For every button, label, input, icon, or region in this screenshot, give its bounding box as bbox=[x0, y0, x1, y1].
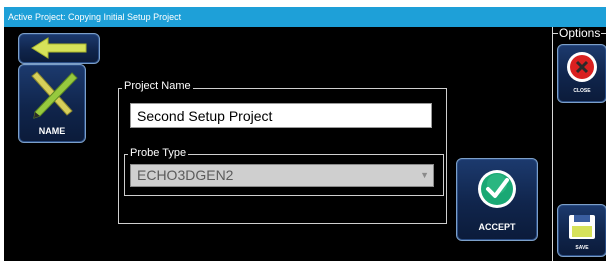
close-button-label: CLOSE bbox=[573, 88, 591, 94]
probe-type-select[interactable]: ECHO3DGEN2 ▼ bbox=[130, 164, 434, 187]
save-icon bbox=[569, 215, 595, 239]
name-button-label: NAME bbox=[38, 126, 66, 136]
save-button[interactable]: SAVE bbox=[557, 204, 606, 257]
probe-type-label: Probe Type bbox=[128, 147, 189, 159]
accept-button[interactable]: ACCEPT bbox=[456, 158, 538, 241]
options-label: Options bbox=[558, 27, 602, 40]
title-bar: Active Project: Copying Initial Setup Pr… bbox=[4, 7, 606, 27]
check-icon bbox=[478, 170, 516, 208]
accept-button-label: ACCEPT bbox=[478, 222, 516, 232]
close-icon bbox=[567, 52, 597, 82]
pencil-ruler-icon bbox=[31, 71, 78, 119]
probe-type-value: ECHO3DGEN2 bbox=[137, 167, 234, 183]
back-button[interactable] bbox=[18, 33, 100, 64]
window-title: Active Project: Copying Initial Setup Pr… bbox=[8, 12, 182, 22]
name-button[interactable]: NAME bbox=[18, 64, 86, 143]
project-name-label: Project Name bbox=[122, 80, 193, 92]
main-screen: Options NAME Project Name Probe Type ECH… bbox=[4, 27, 606, 261]
options-divider bbox=[552, 27, 553, 261]
close-button[interactable]: CLOSE bbox=[557, 44, 606, 103]
left-arrow-icon bbox=[31, 37, 87, 59]
project-name-input[interactable] bbox=[130, 103, 432, 128]
chevron-down-icon: ▼ bbox=[420, 170, 429, 180]
save-button-label: SAVE bbox=[575, 245, 589, 251]
